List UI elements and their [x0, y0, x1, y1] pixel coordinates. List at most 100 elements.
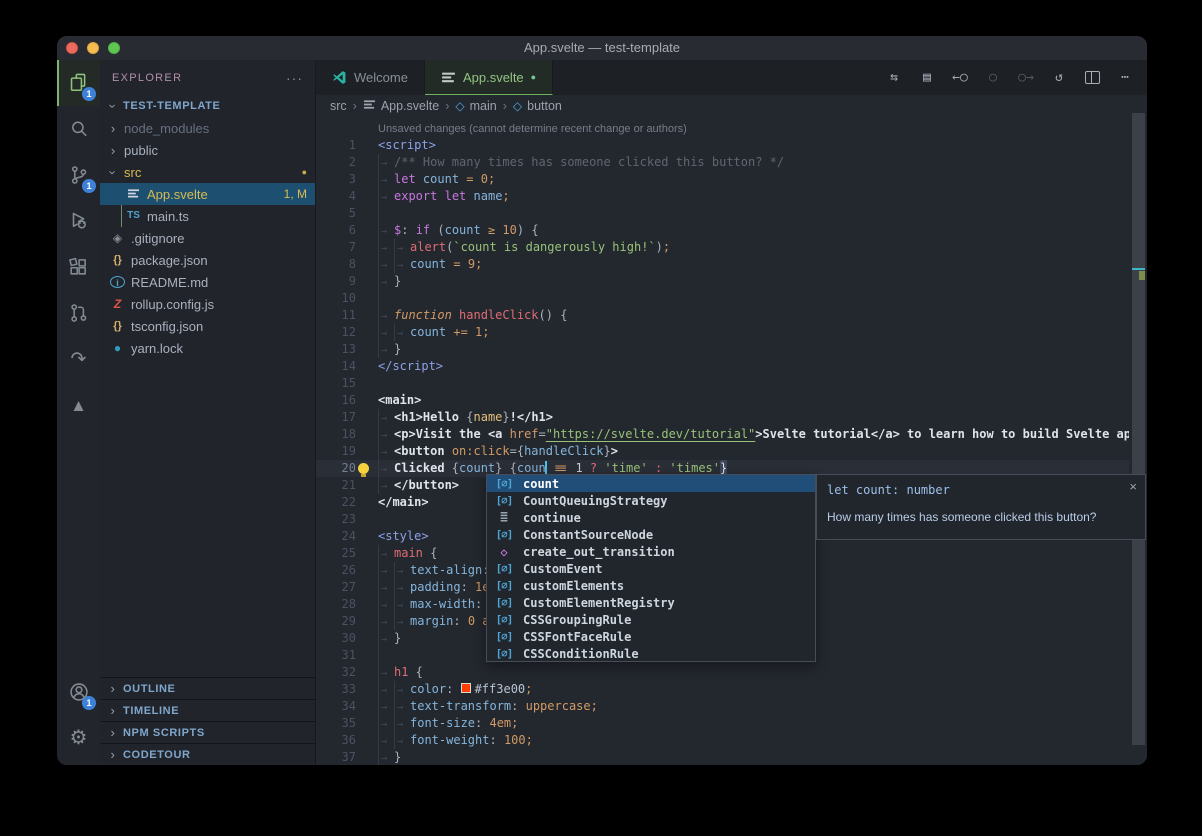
activity-item-github-pr[interactable]	[57, 290, 100, 336]
line-number: 2	[316, 154, 356, 171]
code-token: :	[453, 613, 467, 630]
code-line[interactable]: 37→}	[316, 749, 1129, 765]
code-line[interactable]: 8→→count = 9;	[316, 256, 1129, 273]
suggest-item-customelements[interactable]: [∅]customElements	[487, 577, 815, 594]
code-token: color	[410, 681, 446, 698]
code-editor[interactable]: Unsaved changes (cannot determine recent…	[316, 117, 1129, 765]
code-line[interactable]: 34→→text-transform: uppercase;	[316, 698, 1129, 715]
tree-item-main-ts[interactable]: TSmain.ts	[100, 205, 315, 227]
tree-item-public[interactable]: ›public	[100, 139, 315, 161]
line-content: →/** How many times has someone clicked …	[378, 154, 784, 171]
activity-item-live-share[interactable]: ↷	[57, 336, 100, 382]
suggest-item-customevent[interactable]: [∅]CustomEvent	[487, 560, 815, 577]
breadcrumb-src[interactable]: src	[330, 99, 347, 113]
activity-item-azure[interactable]: ▲	[57, 382, 100, 428]
suggest-item-continue[interactable]: ≣continue	[487, 509, 815, 526]
code-token: }	[394, 273, 401, 290]
suggest-item-constantsourcenode[interactable]: [∅]ConstantSourceNode	[487, 526, 815, 543]
code-line[interactable]: 7→→alert(`count is dangerously high!`);	[316, 239, 1129, 256]
suggest-item-cssconditionrule[interactable]: [∅]CSSConditionRule	[487, 645, 815, 662]
section-header-npm-scripts[interactable]: ›NPM SCRIPTS	[100, 721, 315, 743]
tree-item-rollup-config-js[interactable]: Zrollup.config.js	[100, 293, 315, 315]
suggest-item-create_out_transition[interactable]: ◇create_out_transition	[487, 543, 815, 560]
more-actions-icon[interactable]: ···	[286, 70, 303, 86]
code-line[interactable]: 1<script>	[316, 137, 1129, 154]
code-line[interactable]: 6→$: if (count ≥ 10) {	[316, 222, 1129, 239]
code-line[interactable]: 16<main>	[316, 392, 1129, 409]
suggest-item-countqueuingstrategy[interactable]: [∅]CountQueuingStrategy	[487, 492, 815, 509]
activity-item-run-debug[interactable]	[57, 198, 100, 244]
tree-item--gitignore[interactable]: ◈.gitignore	[100, 227, 315, 249]
tree-item-package-json[interactable]: {}package.json	[100, 249, 315, 271]
section-header-codetour[interactable]: ›CODETOUR	[100, 743, 315, 765]
code-line[interactable]: 9→}	[316, 273, 1129, 290]
code-token: <main>	[378, 392, 421, 409]
code-line[interactable]: 2 →/** How many times has someone clicked…	[316, 154, 1129, 171]
tree-item-readme-md[interactable]: iREADME.md	[100, 271, 315, 293]
activity-item-search[interactable]	[57, 106, 100, 152]
code-token: 1	[475, 324, 482, 341]
tab-welcome[interactable]: Welcome	[316, 60, 425, 95]
yarn-icon: ●	[110, 342, 125, 354]
compare-changes-icon[interactable]: ⇆	[882, 66, 906, 90]
code-line[interactable]: 10	[316, 290, 1129, 307]
code-token: ;	[488, 171, 495, 188]
scrollbar[interactable]	[1132, 113, 1145, 745]
section-header-outline[interactable]: ›OUTLINE	[100, 677, 315, 699]
suggest-item-cssfontfacerule[interactable]: [∅]CSSFontFaceRule	[487, 628, 815, 645]
tree-root-test-template[interactable]: › TEST-TEMPLATE	[100, 95, 315, 117]
breadcrumb-app-svelte[interactable]: App.svelte	[363, 99, 439, 113]
activity-item-accounts[interactable]: 1	[57, 669, 100, 715]
breadcrumb-button[interactable]: ◇button	[513, 99, 562, 113]
current-change-icon[interactable]: ○	[981, 66, 1005, 90]
code-token: margin	[410, 613, 453, 630]
code-line[interactable]: 4→export let name;	[316, 188, 1129, 205]
indent-guide: →	[394, 732, 410, 749]
section-header-timeline[interactable]: ›TIMELINE	[100, 699, 315, 721]
activity-item-source-control[interactable]: 1	[57, 152, 100, 198]
tree-item-app-svelte[interactable]: App.svelte1, M	[100, 183, 315, 205]
activity-item-extensions[interactable]	[57, 244, 100, 290]
code-line[interactable]: 14</script>	[316, 358, 1129, 375]
code-token: }	[502, 409, 509, 426]
split-editor-icon[interactable]	[1080, 66, 1104, 90]
file-history-icon[interactable]: ↺	[1047, 66, 1071, 90]
activity-item-explorer[interactable]: 1	[57, 60, 100, 106]
close-icon[interactable]: ×	[1129, 479, 1137, 494]
line-content: →h1 {	[378, 664, 423, 681]
code-line[interactable]: 5	[316, 205, 1129, 222]
tree-item-yarn-lock[interactable]: ●yarn.lock	[100, 337, 315, 359]
next-change-icon[interactable]: ○→	[1014, 66, 1038, 90]
code-token: count	[410, 324, 446, 341]
code-line[interactable]: 19→<button on:click={handleClick}>	[316, 443, 1129, 460]
tab-app-svelte[interactable]: App.svelte●	[425, 60, 553, 95]
tree-item-src[interactable]: ›src●	[100, 161, 315, 183]
code-line[interactable]: 36→→font-weight: 100;	[316, 732, 1129, 749]
tree-item-tsconfig-json[interactable]: {}tsconfig.json	[100, 315, 315, 337]
code-line[interactable]: 15	[316, 375, 1129, 392]
previous-change-icon[interactable]: ←○	[948, 66, 972, 90]
code-line[interactable]: 32→h1 {	[316, 664, 1129, 681]
more-actions-icon[interactable]: ⋯	[1113, 66, 1137, 90]
open-changes-icon[interactable]: ▤	[915, 66, 939, 90]
suggest-label: create_out_transition	[523, 545, 675, 559]
code-line[interactable]: 3→let count = 0;	[316, 171, 1129, 188]
suggest-item-cssgroupingrule[interactable]: [∅]CSSGroupingRule	[487, 611, 815, 628]
suggest-item-customelementregistry[interactable]: [∅]CustomElementRegistry	[487, 594, 815, 611]
code-line[interactable]: 11→function handleClick() {	[316, 307, 1129, 324]
code-line[interactable]: 33→→color: #ff3e00;	[316, 681, 1129, 698]
activity-item-settings[interactable]: ⚙	[57, 715, 100, 761]
tree-item-node-modules[interactable]: ›node_modules	[100, 117, 315, 139]
github-pr-icon	[68, 302, 90, 324]
breadcrumb-main[interactable]: ◇main	[455, 99, 496, 113]
code-line[interactable]: 35→→font-size: 4em;	[316, 715, 1129, 732]
code-line[interactable]: 12→→count += 1;	[316, 324, 1129, 341]
suggest-item-count[interactable]: [∅]count	[487, 475, 815, 492]
settings-icon: ⚙	[70, 728, 88, 748]
lightbulb-icon[interactable]	[358, 463, 369, 474]
code-line[interactable]: 13→}	[316, 341, 1129, 358]
dirty-indicator-icon: ●	[531, 72, 536, 82]
code-line[interactable]: 18→<p>Visit the <a href="https://svelte.…	[316, 426, 1129, 443]
code-token: let	[445, 188, 467, 205]
code-line[interactable]: 17→<h1>Hello {name}!</h1>	[316, 409, 1129, 426]
